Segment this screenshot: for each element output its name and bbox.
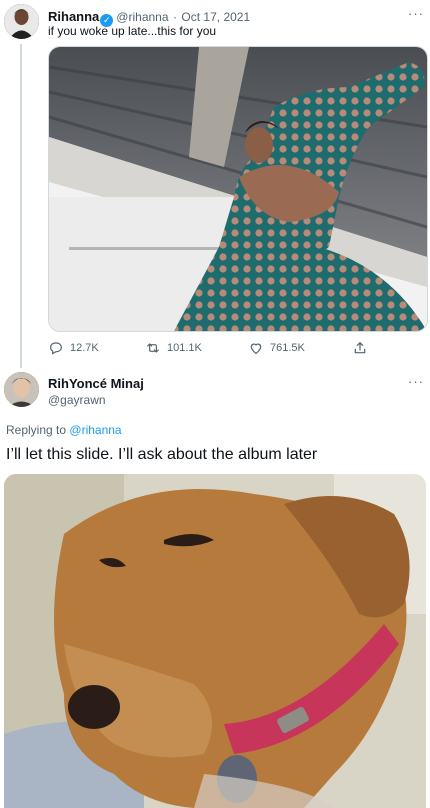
reply-author-name[interactable]: RihYoncé Minaj — [48, 376, 144, 391]
tweet-date[interactable]: Oct 17, 2021 — [181, 10, 250, 24]
replying-to-handle[interactable]: @rihanna — [69, 423, 121, 437]
replying-to-label: Replying to — [6, 423, 67, 437]
reply-count: 12.7K — [70, 342, 99, 354]
replying-to: Replying to @rihanna — [6, 423, 122, 437]
reply-text: I’ll let this slide. I’ll ask about the … — [6, 446, 318, 463]
tweet-photo[interactable] — [48, 46, 428, 332]
heart-icon — [250, 343, 262, 355]
share-action[interactable] — [352, 340, 368, 356]
author-name[interactable]: Rihanna — [48, 9, 99, 24]
reply-action[interactable]: 12.7K — [48, 340, 99, 356]
avatar[interactable] — [4, 372, 39, 407]
like-count: 761.5K — [270, 342, 305, 354]
reply-icon — [50, 342, 62, 355]
retweet-action[interactable]: 101.1K — [145, 340, 202, 356]
share-icon — [354, 342, 366, 354]
reply-author-handle[interactable]: @gayrawn — [48, 393, 106, 407]
dot-separator: · — [172, 10, 177, 24]
tweet-text: if you woke up late...this for you — [48, 24, 217, 38]
more-options-icon[interactable]: ··· — [408, 374, 424, 389]
author-handle[interactable]: @rihanna — [116, 10, 168, 24]
avatar[interactable] — [4, 4, 39, 39]
thread-connector-line — [20, 44, 22, 368]
retweet-icon — [147, 343, 159, 353]
retweet-count: 101.1K — [167, 342, 202, 354]
like-action[interactable]: 761.5K — [248, 340, 305, 356]
reply-photo[interactable] — [4, 474, 426, 808]
more-options-icon[interactable]: ··· — [408, 6, 424, 21]
